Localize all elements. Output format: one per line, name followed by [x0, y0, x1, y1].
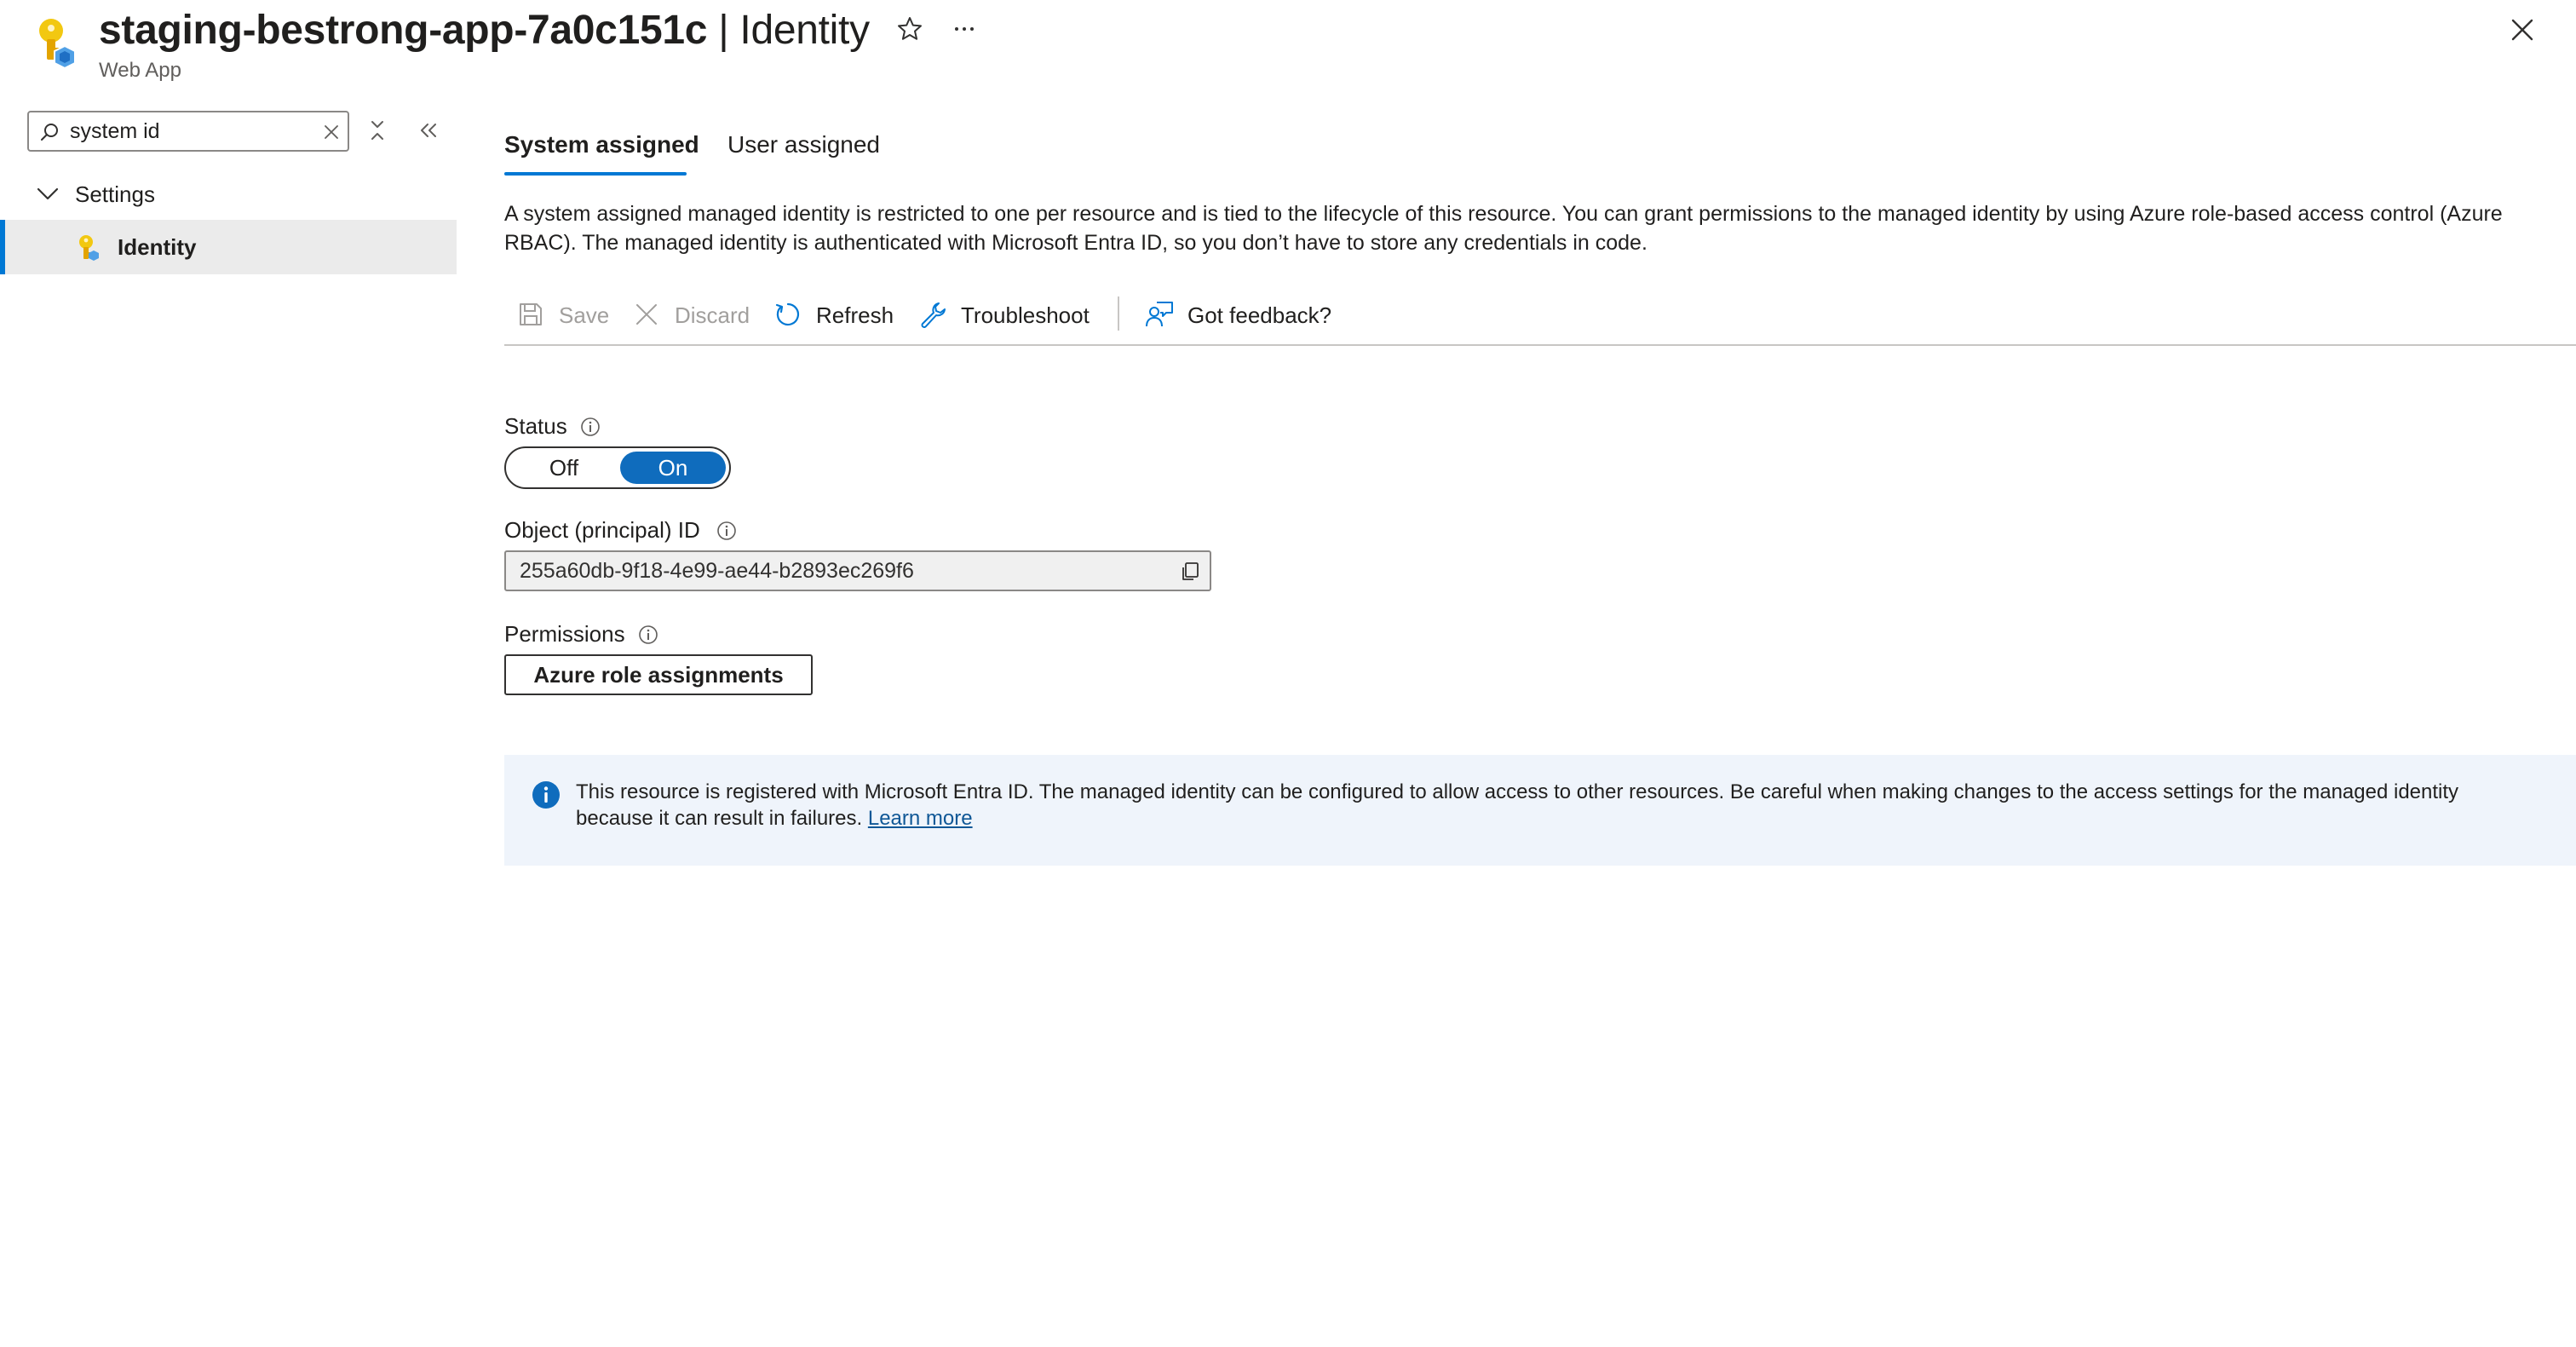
info-filled-icon: [532, 781, 560, 809]
feedback-person-icon: [1146, 302, 1173, 327]
object-id-info-icon[interactable]: [716, 520, 738, 542]
identity-key-icon: [79, 235, 99, 261]
settings-group-header[interactable]: Settings: [0, 172, 457, 216]
settings-group-label: Settings: [75, 181, 155, 207]
permissions-label: Permissions: [504, 621, 625, 647]
page-title: staging-bestrong-app-7a0c151c | Identity: [99, 5, 870, 56]
troubleshoot-label: Troubleshoot: [961, 302, 1090, 328]
command-bar: Save Discard Refresh Troubleshoot Got fe…: [504, 286, 2576, 346]
collapse-menu-icon[interactable]: [417, 119, 440, 141]
toolbar-divider: [1118, 296, 1119, 331]
object-id-input[interactable]: [520, 555, 1167, 586]
azure-role-assignments-button[interactable]: Azure role assignments: [504, 654, 813, 695]
info-message-text: This resource is registered with Microso…: [576, 779, 2527, 832]
info-message-bar: This resource is registered with Microso…: [504, 755, 2576, 866]
troubleshoot-button[interactable]: Troubleshoot: [918, 298, 1097, 332]
app-service-key-icon: [39, 19, 76, 70]
blade-header: staging-bestrong-app-7a0c151c | Identity…: [0, 0, 2576, 94]
resource-menu: Settings Identity: [0, 94, 457, 1347]
status-toggle[interactable]: Off On: [504, 446, 731, 489]
sidebar-item-label: Identity: [118, 234, 197, 260]
chevron-down-icon: [37, 187, 59, 200]
favorite-star-icon[interactable]: [896, 15, 923, 43]
description-text: A system assigned managed identity is re…: [504, 202, 2503, 255]
discard-label: Discard: [675, 302, 750, 328]
menu-search-input[interactable]: [70, 116, 325, 147]
feedback-label: Got feedback?: [1187, 302, 1332, 328]
discard-x-icon: [636, 304, 657, 325]
permissions-info-icon[interactable]: [637, 624, 659, 646]
refresh-label: Refresh: [816, 302, 894, 328]
object-id-label: Object (principal) ID: [504, 517, 700, 543]
resource-type: Web App: [99, 59, 181, 82]
page: staging-bestrong-app-7a0c151c | Identity…: [0, 0, 2576, 1347]
save-icon: [520, 303, 542, 325]
status-off-option[interactable]: Off: [511, 452, 617, 484]
search-icon: [41, 124, 58, 141]
collapse-all-icon[interactable]: [366, 119, 388, 141]
copy-icon[interactable]: [1179, 561, 1201, 583]
refresh-button[interactable]: Refresh: [773, 298, 901, 332]
status-info-icon[interactable]: [579, 416, 601, 438]
clear-search-icon[interactable]: [322, 123, 341, 141]
main-content: System assigned User assigned A system a…: [504, 94, 2576, 1347]
discard-button[interactable]: Discard: [632, 298, 760, 332]
tab-system-assigned[interactable]: System assigned: [504, 128, 699, 179]
tab-user-assigned[interactable]: User assigned: [727, 128, 889, 179]
close-icon[interactable]: [2508, 15, 2537, 44]
learn-more-link[interactable]: Learn more: [868, 807, 973, 830]
section-name: Identity: [739, 8, 870, 53]
object-id-field[interactable]: [504, 550, 1211, 591]
feedback-button[interactable]: Got feedback?: [1145, 298, 1341, 332]
selected-indicator: [0, 220, 5, 274]
title-separator: |: [707, 8, 740, 53]
wrench-icon: [921, 302, 946, 328]
sidebar-item-identity[interactable]: Identity: [0, 220, 457, 274]
refresh-icon: [775, 302, 800, 326]
menu-search-box[interactable]: [27, 111, 349, 152]
info-message-body: This resource is registered with Microso…: [576, 780, 2459, 830]
status-on-option[interactable]: On: [620, 452, 726, 484]
status-label: Status: [504, 413, 567, 439]
resource-name: staging-bestrong-app-7a0c151c: [99, 8, 708, 53]
save-label: Save: [559, 302, 610, 328]
more-options-icon[interactable]: [951, 15, 978, 43]
save-button[interactable]: Save: [516, 298, 618, 332]
